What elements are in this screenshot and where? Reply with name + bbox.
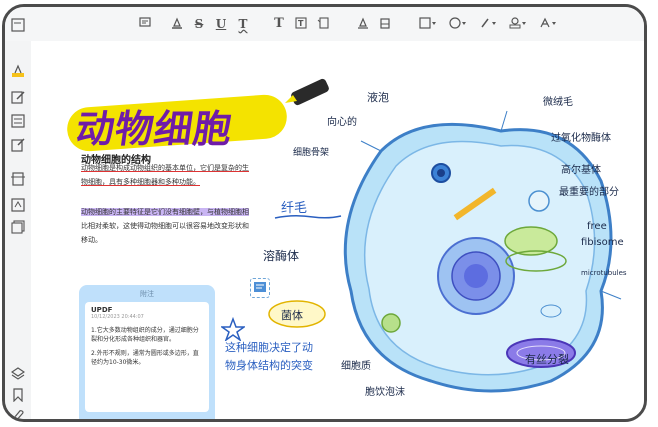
note-header: 附注 [140, 290, 154, 298]
marker-pen-icon [285, 78, 329, 106]
paragraph-1-line-1: 动物细胞是构成动物组织的基本单位，它们是复杂的生 [81, 164, 249, 172]
document-page: 动物细胞 动物细胞的结构 动物细胞是构成动物组织的基本单位，它们是复杂的生 物细… [31, 41, 644, 422]
annotation-caption-line-1[interactable]: 这种细胞决定了动 [225, 339, 313, 355]
color-purple[interactable] [183, 418, 191, 419]
annotation-caption-line-2[interactable]: 物身体结构的突变 [225, 357, 313, 373]
attachment-icon[interactable] [479, 15, 497, 33]
underline-icon[interactable]: U [215, 15, 227, 33]
note-line-1: 1.它大多数动物组织的成分，通过细胞分裂和分化形成各种组织和器官。 [91, 327, 199, 343]
squiggly-icon[interactable]: T [237, 15, 249, 33]
app-window: S U T T T 动物细胞 动物细胞的结构 动物细胞是构成动物组织的基本单位，… [2, 4, 647, 422]
color-red[interactable] [151, 418, 159, 419]
sticky-note-panel[interactable]: 附注 UPDF 10/12/2023 20:44:07 1.它大多数动物组织的成… [79, 285, 215, 422]
label-vacuole: 液泡 [367, 91, 389, 104]
pencil-icon[interactable] [357, 15, 369, 33]
label-lysosome: 溶酶体 [263, 249, 300, 263]
label-cytoskeleton: 细胞骨架 [293, 148, 330, 158]
color-pink[interactable] [199, 418, 207, 419]
edit-icon[interactable] [11, 89, 25, 104]
strikethrough-icon[interactable]: S [193, 15, 205, 33]
shape-icon[interactable] [419, 15, 437, 33]
label-cytoplasm: 细胞质 [341, 361, 371, 372]
callout-icon[interactable] [317, 15, 329, 33]
bookmark-icon[interactable] [11, 387, 25, 403]
label-centriole: 向心的 [327, 117, 357, 128]
layers-icon[interactable] [10, 365, 26, 380]
paragraph-2-line-2: 比相对柔软，这使得动物细胞可以很容易地改变形状和 [81, 222, 249, 230]
form-icon[interactable] [11, 113, 25, 128]
paragraph-2: 动物细胞的主要特征是它们没有细胞壁，与植物细胞相 比相对柔软，这使得动物细胞可以… [81, 205, 281, 247]
svg-text:T: T [298, 19, 304, 28]
paragraph-1-line-2: 物细胞，具有多种细胞器和多种功能。 [81, 178, 200, 186]
color-yellow[interactable] [135, 418, 143, 419]
note-color-picker [87, 418, 207, 422]
color-black[interactable] [103, 418, 111, 419]
highlight-tool-icon[interactable] [11, 63, 25, 77]
color-blue[interactable] [119, 418, 127, 419]
page-title[interactable]: 动物细胞 [73, 98, 237, 153]
label-microvilli: 微绒毛 [543, 97, 573, 108]
organize-icon[interactable] [11, 171, 25, 186]
signature-icon[interactable] [539, 15, 557, 33]
thumbnail-icon[interactable] [11, 17, 25, 32]
color-green[interactable] [167, 418, 175, 419]
label-microtubules: microtubules [581, 269, 627, 277]
annotation-bacteria[interactable]: 菌体 [281, 307, 303, 323]
sticker-icon[interactable] [449, 15, 467, 33]
star-icon [221, 317, 245, 341]
highlight-icon[interactable] [171, 15, 183, 33]
paragraph-2-line-3: 移动。 [81, 236, 102, 244]
label-pinocytic-vesicle: 胞饮泡沫 [365, 387, 405, 398]
text-icon[interactable]: T [273, 15, 285, 33]
label-most-important: 最重要的部分 [559, 187, 619, 198]
convert-icon[interactable] [11, 197, 25, 212]
annotation-toolbar: S U T T T [5, 7, 644, 42]
eraser-icon[interactable] [379, 15, 391, 33]
note-line-2: 2.外形不规则，通常为圆形或多边形，直径约为10-30微米。 [91, 350, 199, 366]
label-golgi-body: 高尔基体 [561, 165, 601, 176]
label-mitosis: 有丝分裂 [525, 353, 569, 366]
ocr-icon[interactable] [11, 137, 25, 152]
label-free-ribosome-1: free [587, 221, 607, 232]
textbox-icon[interactable]: T [295, 15, 307, 33]
label-peroxisome: 过氧化物酶体 [551, 133, 611, 144]
paragraph-1: 动物细胞是构成动物组织的基本单位，它们是复杂的生 物细胞，具有多种细胞器和多种功… [81, 161, 281, 189]
note-user: UPDF [91, 306, 113, 314]
delete-icon[interactable] [87, 418, 95, 422]
label-free-ribosome-2: fibisome [581, 237, 624, 248]
left-tool-sidebar [5, 18, 32, 419]
note-body[interactable]: UPDF 10/12/2023 20:44:07 1.它大多数动物组织的成分，通… [85, 302, 209, 412]
attachment-icon[interactable] [11, 409, 25, 419]
stamp-icon[interactable] [509, 15, 527, 33]
paragraph-2-line-1: 动物细胞的主要特征是它们没有细胞壁，与植物细胞相 [81, 208, 249, 216]
comment-marker-icon[interactable] [250, 278, 270, 298]
comment-icon[interactable] [139, 15, 151, 33]
batch-icon[interactable] [11, 219, 25, 234]
cilia-underline [274, 214, 342, 219]
note-date: 10/12/2023 20:44:07 [91, 314, 144, 320]
